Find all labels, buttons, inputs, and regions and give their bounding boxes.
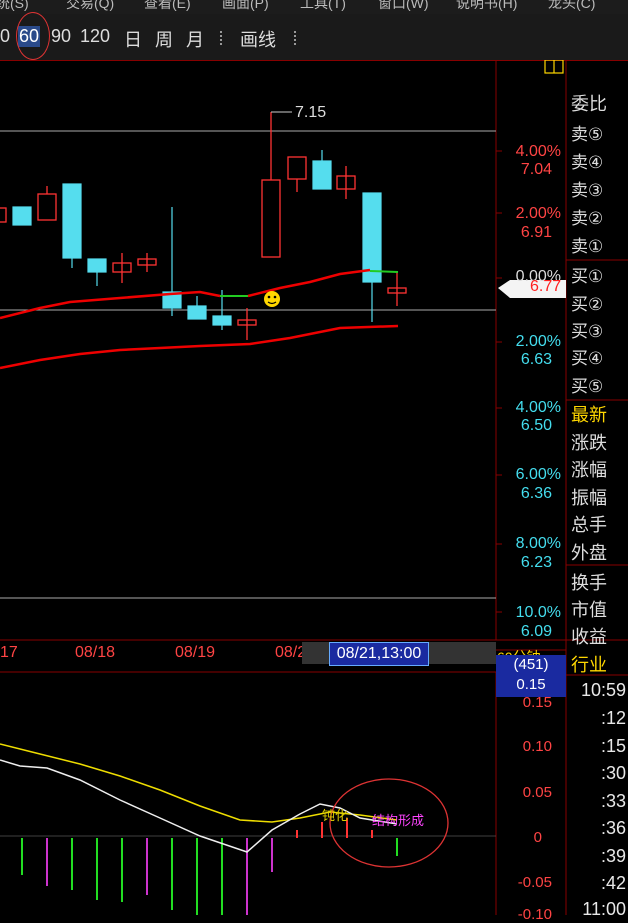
annotation-dull: 钝化 bbox=[322, 808, 349, 823]
period-toolbar: 0 60 90 120 日 周 月 画线 bbox=[0, 14, 628, 61]
toolbar-separator bbox=[220, 31, 224, 45]
tick-time: :42 bbox=[600, 873, 626, 893]
stat-earnings: 收益 bbox=[571, 627, 607, 647]
sell-5: 卖⑤ bbox=[571, 125, 604, 144]
tick-time: :15 bbox=[600, 736, 626, 756]
menu-screen[interactable]: 画面(P) bbox=[222, 0, 269, 13]
menu-view[interactable]: 查看(E) bbox=[144, 0, 191, 13]
cursor-date-label: 08/21,13:00 bbox=[329, 642, 429, 666]
axis-pct: 8.00% bbox=[515, 535, 561, 552]
tick-time: :30 bbox=[600, 763, 626, 783]
axis-pct: 2.00% bbox=[515, 333, 561, 350]
axis-price: 6.09 bbox=[520, 623, 552, 640]
sell-2: 卖② bbox=[571, 209, 604, 228]
menu-window[interactable]: 窗口(W) bbox=[378, 0, 429, 13]
sell-3: 卖③ bbox=[571, 181, 604, 200]
buy-3: 买③ bbox=[571, 322, 604, 341]
ma-upper bbox=[0, 290, 221, 320]
tick-time: :12 bbox=[600, 708, 626, 728]
draw-line-button[interactable]: 画线 bbox=[240, 26, 276, 52]
period-90[interactable]: 90 bbox=[51, 26, 71, 47]
smiley-icon bbox=[264, 291, 280, 307]
period-week[interactable]: 周 bbox=[155, 26, 173, 52]
axis-pct: 10.0% bbox=[515, 604, 561, 621]
indicator-axis-label: 0.10 bbox=[522, 738, 552, 755]
stat-industry[interactable]: 行业 bbox=[571, 651, 607, 677]
indicator-axis-label: 0.15 bbox=[522, 694, 552, 711]
indicator-axis-label: 0.05 bbox=[522, 784, 552, 801]
period-120[interactable]: 120 bbox=[80, 26, 110, 47]
annotation-structure: 结构形成 bbox=[372, 813, 425, 828]
stat-market-cap: 市值 bbox=[571, 600, 607, 620]
tick-time: :36 bbox=[600, 818, 626, 838]
menu-bar: 统(S) 交易(Q) 查看(E) 画面(P) 工具(T) 窗口(W) 说明书(H… bbox=[0, 0, 628, 14]
axis-price: 6.63 bbox=[520, 351, 552, 368]
sell-4: 卖④ bbox=[571, 153, 604, 172]
date-label: 08/18 bbox=[75, 644, 116, 661]
stat-volume: 总手 bbox=[571, 515, 607, 535]
indicator-axis-label: 0 bbox=[533, 829, 542, 846]
menu-system[interactable]: 统(S) bbox=[0, 0, 29, 13]
axis-price: 6.36 bbox=[520, 485, 552, 502]
date-label: 08/19 bbox=[175, 644, 216, 661]
tick-time: 10:59 bbox=[580, 680, 626, 700]
stat-change-pct: 涨幅 bbox=[571, 460, 607, 480]
date-label: 17 bbox=[0, 644, 18, 661]
menu-help[interactable]: 说明书(H) bbox=[456, 0, 517, 13]
buy-4: 买④ bbox=[571, 349, 604, 368]
axis-pct: 4.00% bbox=[515, 399, 561, 416]
tick-time: :33 bbox=[600, 791, 626, 811]
axis-price: 6.23 bbox=[520, 554, 552, 571]
buy-1: 买① bbox=[571, 267, 604, 286]
buy-5: 买⑤ bbox=[571, 377, 604, 396]
ma-lower bbox=[0, 324, 399, 370]
indicator-value: 0.15 bbox=[516, 676, 546, 693]
menu-leader[interactable]: 龙头(C) bbox=[548, 0, 595, 13]
tick-time: :39 bbox=[600, 846, 626, 866]
candles bbox=[0, 111, 407, 340]
menu-trade[interactable]: 交易(Q) bbox=[66, 0, 114, 13]
toolbar-separator bbox=[294, 31, 298, 45]
weibi-label: 委比 bbox=[571, 94, 607, 114]
indicator-pane bbox=[0, 743, 496, 915]
buy-2: 买② bbox=[571, 295, 604, 314]
sell-1: 卖① bbox=[571, 237, 604, 256]
stat-amplitude: 振幅 bbox=[571, 488, 607, 508]
axis-pct: 6.00% bbox=[515, 466, 561, 483]
period-0[interactable]: 0 bbox=[0, 26, 10, 47]
axis-pct: 4.00% bbox=[515, 143, 561, 160]
menu-tools[interactable]: 工具(T) bbox=[300, 0, 346, 13]
stat-outer: 外盘 bbox=[571, 543, 607, 563]
indicator-axis-label: -0.05 bbox=[517, 874, 552, 891]
indicator-value-box: (451) 0.15 bbox=[496, 655, 566, 697]
axis-price: 6.50 bbox=[520, 417, 552, 434]
stat-change: 涨跌 bbox=[571, 433, 607, 453]
indicator-count: (451) bbox=[513, 656, 549, 673]
stat-latest: 最新 bbox=[571, 405, 607, 425]
axis-price: 7.04 bbox=[520, 161, 552, 178]
hand-drawn-circle bbox=[16, 12, 50, 60]
axis-pct-price: 6.91 bbox=[520, 224, 552, 241]
stat-turnover: 换手 bbox=[571, 573, 607, 593]
period-day[interactable]: 日 bbox=[124, 26, 142, 52]
high-price-label: 7.15 bbox=[295, 104, 327, 121]
period-month[interactable]: 月 bbox=[186, 26, 204, 52]
tick-time: 11:00 bbox=[582, 899, 626, 919]
axis-pct: 2.00% bbox=[515, 205, 561, 222]
current-price-tag: 6.77 bbox=[530, 278, 562, 295]
